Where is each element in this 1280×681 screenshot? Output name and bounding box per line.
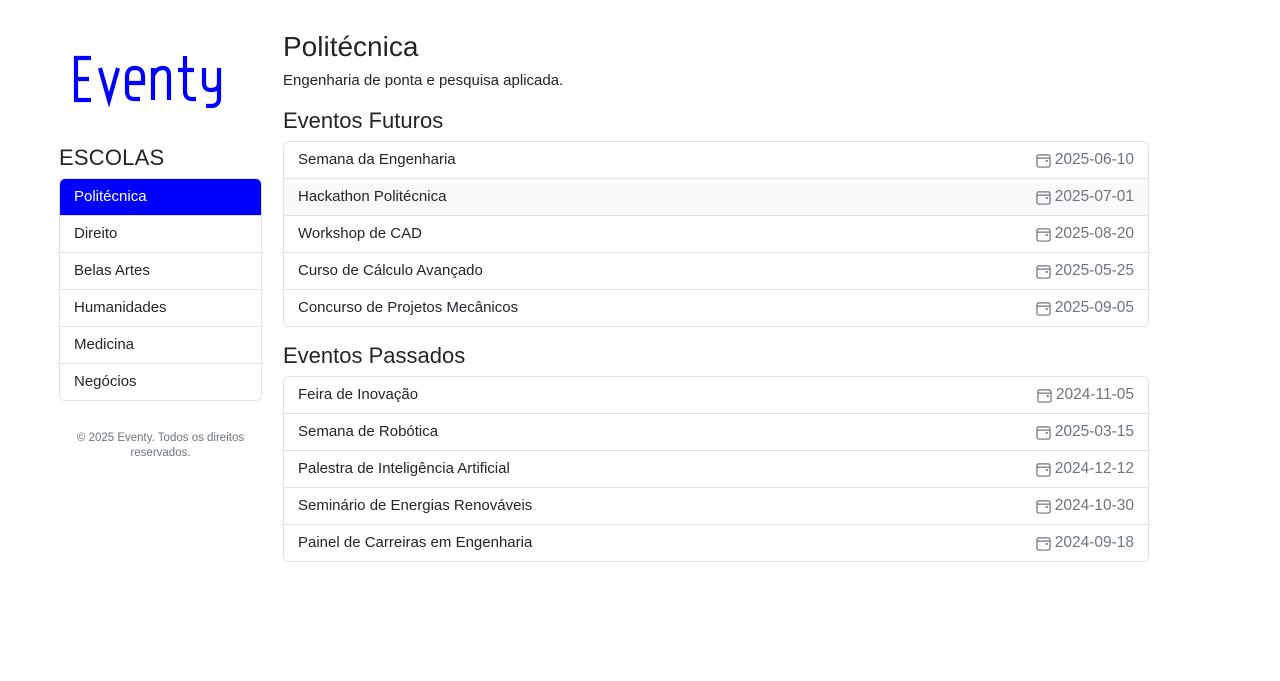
calendar-icon	[1036, 499, 1051, 514]
calendar-icon	[1036, 264, 1051, 279]
event-row[interactable]: Semana de Robótica 2025-03-15	[284, 413, 1148, 450]
event-date: 2025-05-25	[1036, 253, 1134, 289]
event-row[interactable]: Curso de Cálculo Avançado 2025-05-25	[284, 252, 1148, 289]
event-date-text: 2024-10-30	[1054, 497, 1134, 514]
event-date: 2024-10-30	[1036, 488, 1134, 524]
event-row[interactable]: Feira de Inovação 2024-11-05	[284, 377, 1148, 413]
calendar-icon	[1036, 301, 1051, 316]
school-list: Politécnica Direito Belas Artes Humanida…	[59, 178, 262, 401]
calendar-icon	[1037, 388, 1052, 403]
calendar-icon	[1036, 227, 1051, 242]
event-row[interactable]: Seminário de Energias Renováveis 2024-10…	[284, 487, 1148, 524]
event-date-text: 2025-05-25	[1054, 262, 1134, 279]
event-date: 2025-08-20	[1036, 216, 1134, 252]
event-name: Palestra de Inteligência Artificial	[298, 460, 510, 477]
sidebar-item-negocios[interactable]: Negócios	[60, 363, 261, 400]
event-row[interactable]: Palestra de Inteligência Artificial 2024…	[284, 450, 1148, 487]
event-date: 2024-12-12	[1036, 451, 1134, 487]
event-name: Seminário de Energias Renováveis	[298, 497, 533, 514]
event-date: 2025-06-10	[1036, 142, 1134, 178]
event-date-text: 2025-06-10	[1054, 151, 1134, 168]
sidebar-item-direito[interactable]: Direito	[60, 215, 261, 252]
sidebar-heading: ESCOLAS	[59, 145, 165, 170]
page-title: Politécnica	[283, 31, 419, 62]
event-row[interactable]: Concurso de Projetos Mecânicos 2025-09-0…	[284, 289, 1148, 326]
event-date-text: 2025-09-05	[1054, 299, 1134, 316]
sidebar-item-humanidades[interactable]: Humanidades	[60, 289, 261, 326]
event-row[interactable]: Semana da Engenharia 2025-06-10	[284, 142, 1148, 178]
event-date: 2025-07-01	[1036, 179, 1134, 215]
main-content: Politécnica Engenharia de ponta e pesqui…	[283, 0, 1149, 562]
upcoming-events-heading: Eventos Futuros	[283, 108, 444, 133]
event-date-text: 2025-03-15	[1054, 423, 1134, 440]
event-name: Concurso de Projetos Mecânicos	[298, 299, 519, 316]
calendar-icon	[1036, 425, 1051, 440]
event-row[interactable]: Workshop de CAD 2025-08-20	[284, 215, 1148, 252]
event-name: Curso de Cálculo Avançado	[298, 262, 483, 279]
event-name: Hackathon Politécnica	[298, 188, 447, 205]
event-row[interactable]: Hackathon Politécnica 2025-07-01	[284, 178, 1148, 215]
calendar-icon	[1036, 153, 1051, 168]
eventy-logo[interactable]	[73, 50, 249, 108]
calendar-icon	[1036, 462, 1051, 477]
event-date-text: 2024-12-12	[1054, 460, 1134, 477]
event-date: 2024-11-05	[1037, 377, 1134, 413]
page-subtitle: Engenharia de ponta e pesquisa aplicada.	[283, 72, 564, 89]
past-events-heading: Eventos Passados	[283, 343, 466, 368]
event-date-text: 2025-07-01	[1054, 188, 1134, 205]
event-date-text: 2024-11-05	[1055, 386, 1134, 403]
event-name: Semana de Robótica	[298, 423, 439, 440]
sidebar-item-politecnica[interactable]: Politécnica	[60, 179, 261, 215]
event-name: Workshop de CAD	[298, 225, 422, 242]
event-row[interactable]: Painel de Carreiras em Engenharia 2024-0…	[284, 524, 1148, 561]
sidebar: ESCOLAS Politécnica Direito Belas Artes …	[59, 0, 262, 461]
event-name: Painel de Carreiras em Engenharia	[298, 534, 533, 551]
upcoming-events-list: Semana da Engenharia 2025-06-10 Hackatho…	[283, 141, 1149, 327]
past-events-list: Feira de Inovação 2024-11-05 Semana de R…	[283, 376, 1149, 562]
event-date-text: 2025-08-20	[1054, 225, 1134, 242]
event-date: 2025-03-15	[1036, 414, 1134, 450]
event-name: Semana da Engenharia	[298, 151, 456, 168]
event-date-text: 2024-09-18	[1054, 534, 1134, 551]
calendar-icon	[1036, 536, 1051, 551]
page: ESCOLAS Politécnica Direito Belas Artes …	[0, 0, 1280, 681]
event-date: 2025-09-05	[1036, 290, 1134, 326]
calendar-icon	[1036, 190, 1051, 205]
copyright-footer: © 2025 Eventy. Todos os direitos reserva…	[76, 432, 245, 459]
event-date: 2024-09-18	[1036, 525, 1134, 561]
event-name: Feira de Inovação	[298, 386, 419, 403]
sidebar-item-belas-artes[interactable]: Belas Artes	[60, 252, 261, 289]
sidebar-item-medicina[interactable]: Medicina	[60, 326, 261, 363]
